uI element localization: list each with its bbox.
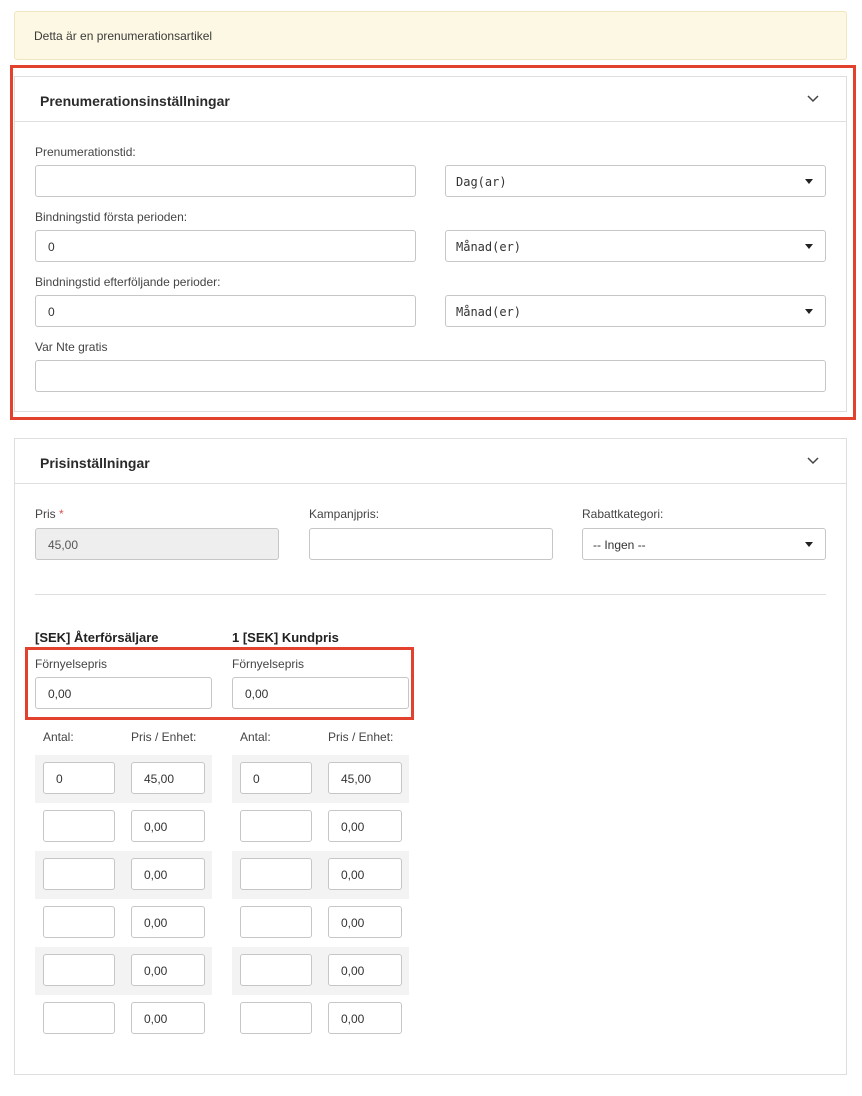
required-mark: *	[59, 507, 64, 521]
tier-unit-price-input[interactable]: 0,00	[328, 858, 402, 890]
tier-unit-price-input[interactable]: 0,00	[328, 810, 402, 842]
tier-quantity-input[interactable]	[43, 858, 115, 890]
tier-unit-price-input[interactable]: 45,00	[131, 762, 205, 794]
tier-unit-price-input[interactable]: 0,00	[131, 858, 205, 890]
caret-down-icon	[805, 244, 813, 249]
renewal-price-label: Förnyelsepris	[35, 657, 108, 671]
tier-unit-price-input[interactable]: 0,00	[131, 1002, 205, 1034]
caret-down-icon	[805, 179, 813, 184]
caret-down-icon	[805, 542, 813, 547]
chevron-down-icon[interactable]	[807, 457, 819, 465]
price-tier-row: 0,00	[232, 899, 409, 947]
notice-text: Detta är en prenumerationsartikel	[34, 29, 213, 43]
tier-quantity-input[interactable]	[240, 906, 312, 938]
tier-unit-price-input[interactable]: 0,00	[328, 1002, 402, 1034]
tier-quantity-input[interactable]	[43, 906, 115, 938]
tier-quantity-input[interactable]	[240, 810, 312, 842]
subscription-period-label: Prenumerationstid:	[35, 145, 136, 159]
binding-next-label: Bindningstid efterföljande perioder:	[35, 275, 221, 289]
tier-quantity-input[interactable]	[240, 954, 312, 986]
tier-quantity-input[interactable]	[240, 1002, 312, 1034]
chevron-down-icon[interactable]	[807, 95, 819, 103]
tier-unit-price-input[interactable]: 0,00	[131, 954, 205, 986]
price-group-title: [SEK] Återförsäljare	[35, 630, 159, 645]
binding-next-unit-value: Månad(er)	[456, 305, 522, 319]
nth-free-label: Var Nte gratis	[35, 340, 108, 354]
binding-first-label: Bindningstid första perioden:	[35, 210, 188, 224]
tier-unit-price-input[interactable]: 0,00	[328, 906, 402, 938]
subscription-panel-header[interactable]: Prenumerationsinställningar	[15, 77, 846, 122]
tier-quantity-input[interactable]	[240, 858, 312, 890]
quantity-header: Antal:	[43, 730, 74, 744]
subscription-period-unit-value: Dag(ar)	[456, 175, 507, 189]
price-input: 45,00	[35, 528, 279, 560]
tier-unit-price-input[interactable]: 0,00	[131, 810, 205, 842]
price-label-text: Pris	[35, 507, 56, 521]
price-panel-header[interactable]: Prisinställningar	[15, 439, 846, 484]
tier-unit-price-input[interactable]: 45,00	[328, 762, 402, 794]
binding-next-unit-select[interactable]: Månad(er)	[445, 295, 826, 327]
binding-first-input[interactable]: 0	[35, 230, 416, 262]
quantity-header: Antal:	[240, 730, 271, 744]
price-tier-row: 0 45,00	[232, 755, 409, 803]
tier-quantity-input[interactable]	[43, 954, 115, 986]
price-settings-panel: Prisinställningar Pris * 45,00 Kampanjpr…	[14, 438, 847, 1075]
discount-category-label: Rabattkategori:	[582, 507, 664, 521]
subscription-notice: Detta är en prenumerationsartikel	[14, 11, 847, 60]
price-group-title: 1 [SEK] Kundpris	[232, 630, 339, 645]
subscription-panel-title: Prenumerationsinställningar	[40, 93, 230, 109]
renewal-price-input[interactable]: 0,00	[232, 677, 409, 709]
section-divider	[35, 594, 826, 595]
price-tier-row: 0,00	[35, 947, 212, 995]
renewal-price-input[interactable]: 0,00	[35, 677, 212, 709]
price-tier-row: 0,00	[35, 995, 212, 1043]
binding-first-unit-value: Månad(er)	[456, 240, 522, 254]
binding-first-unit-select[interactable]: Månad(er)	[445, 230, 826, 262]
price-tier-row: 0,00	[232, 995, 409, 1043]
tier-quantity-input[interactable]: 0	[43, 762, 115, 794]
caret-down-icon	[805, 309, 813, 314]
price-tier-row: 0,00	[232, 851, 409, 899]
binding-next-input[interactable]: 0	[35, 295, 416, 327]
subscription-settings-panel: Prenumerationsinställningar Prenumeratio…	[14, 76, 847, 412]
price-tier-row: 0,00	[232, 803, 409, 851]
price-tier-row: 0,00	[35, 899, 212, 947]
subscription-period-input[interactable]	[35, 165, 416, 197]
unit-price-header: Pris / Enhet:	[131, 730, 197, 744]
price-tier-row: 0 45,00	[35, 755, 212, 803]
tier-quantity-input[interactable]	[43, 1002, 115, 1034]
unit-price-header: Pris / Enhet:	[328, 730, 394, 744]
nth-free-input[interactable]	[35, 360, 826, 392]
tier-quantity-input[interactable]	[43, 810, 115, 842]
subscription-period-unit-select[interactable]: Dag(ar)	[445, 165, 826, 197]
tier-quantity-input[interactable]: 0	[240, 762, 312, 794]
campaign-price-label: Kampanjpris:	[309, 507, 380, 521]
campaign-price-input[interactable]	[309, 528, 553, 560]
tier-unit-price-input[interactable]: 0,00	[328, 954, 402, 986]
price-tier-row: 0,00	[35, 851, 212, 899]
price-tier-row: 0,00	[232, 947, 409, 995]
price-tier-row: 0,00	[35, 803, 212, 851]
price-panel-title: Prisinställningar	[40, 455, 150, 471]
discount-category-select[interactable]: -- Ingen --	[582, 528, 826, 560]
price-label: Pris *	[35, 507, 64, 521]
tier-unit-price-input[interactable]: 0,00	[131, 906, 205, 938]
renewal-price-label: Förnyelsepris	[232, 657, 305, 671]
discount-category-value: -- Ingen --	[593, 538, 646, 552]
